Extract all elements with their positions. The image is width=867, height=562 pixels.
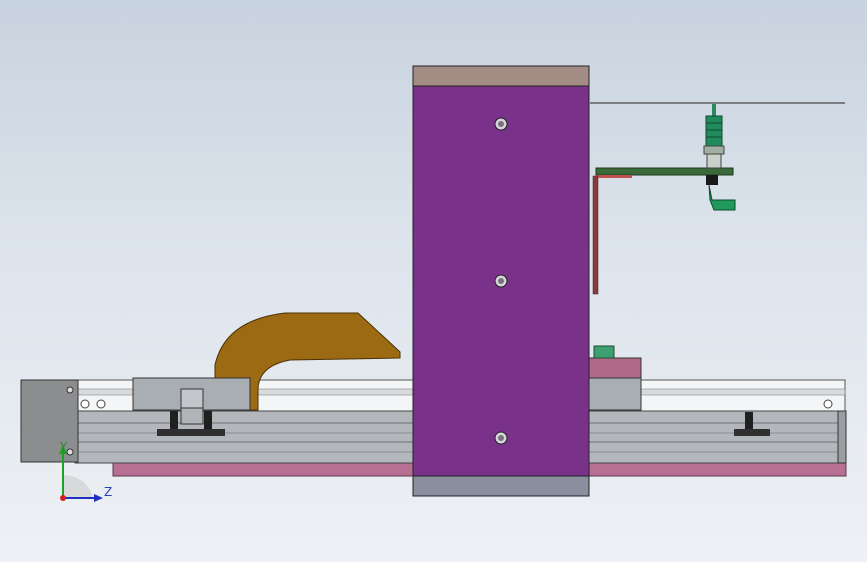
left-end-cap bbox=[20, 379, 79, 463]
main-block bbox=[412, 65, 590, 497]
right-carriage bbox=[587, 345, 642, 411]
pneumatic-fitting-icon bbox=[708, 184, 736, 211]
axis-label-z: Z bbox=[104, 485, 113, 499]
right-end-cap bbox=[837, 410, 847, 464]
screw-hole-icon bbox=[494, 117, 508, 131]
assembly-drawing[interactable] bbox=[0, 0, 867, 562]
screw-hole-icon bbox=[494, 274, 508, 288]
pneumatic-sensor bbox=[703, 104, 736, 211]
screw-hole-icon bbox=[494, 431, 508, 445]
cad-viewport[interactable]: Y Z bbox=[0, 0, 867, 562]
axis-label-y: Y bbox=[60, 440, 68, 454]
